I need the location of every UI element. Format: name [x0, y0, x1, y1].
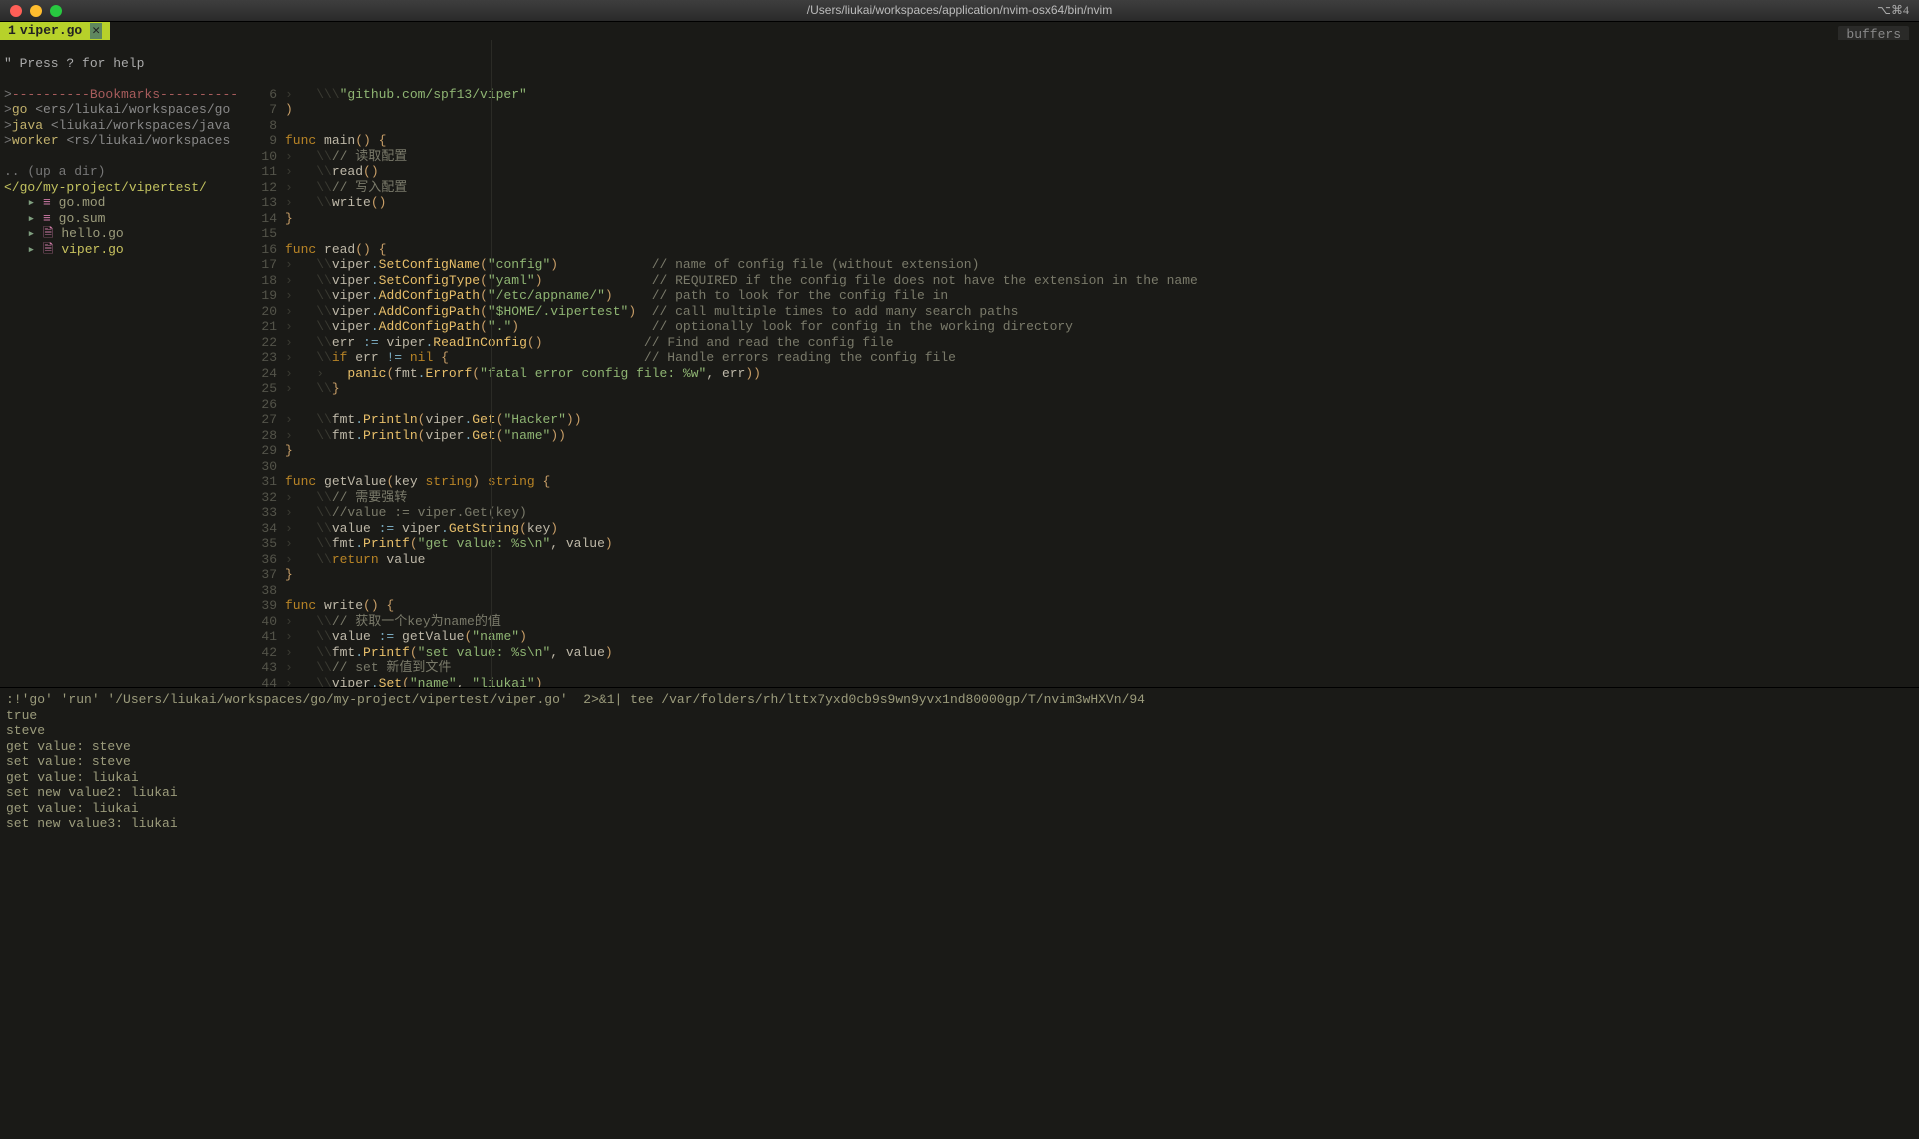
minimize-icon[interactable] [30, 5, 42, 17]
file-hello-go[interactable]: ▸ 🗎 hello.go [4, 226, 124, 241]
code-line[interactable]: 15 [241, 226, 1919, 242]
help-hint: " Press ? for help [4, 56, 144, 71]
traffic-lights [0, 5, 62, 17]
code-line[interactable]: 39func write() { [241, 598, 1919, 614]
code-line[interactable]: 7) [241, 102, 1919, 118]
code-line[interactable]: 34› \\value := viper.GetString(key) [241, 521, 1919, 537]
code-line[interactable]: 27› \\fmt.Println(viper.Get("Hacker")) [241, 412, 1919, 428]
file-explorer[interactable]: " Press ? for help >----------Bookmarks-… [0, 40, 241, 687]
file-icon: ≡ [43, 195, 51, 210]
code-line[interactable]: 37} [241, 567, 1919, 583]
up-dir[interactable]: .. (up a dir) [4, 164, 105, 179]
code-line[interactable]: 21› \\viper.AddConfigPath(".") // option… [241, 319, 1919, 335]
tab-flag-icon: ✕ [90, 23, 102, 39]
tab-index: 1 [8, 23, 16, 39]
code-line[interactable]: 9func main() { [241, 133, 1919, 149]
bookmark-java[interactable]: java [12, 118, 43, 133]
main-area: " Press ? for help >----------Bookmarks-… [0, 40, 1919, 687]
code-line[interactable]: 13› \\write() [241, 195, 1919, 211]
code-line[interactable]: 8 [241, 118, 1919, 134]
code-line[interactable]: 42› \\fmt.Printf("set value: %s\n", valu… [241, 645, 1919, 661]
window-shortcut: ⌥⌘4 [1877, 3, 1909, 19]
code-line[interactable]: 36› \\return value [241, 552, 1919, 568]
code-line[interactable]: 31func getValue(key string) string { [241, 474, 1919, 490]
code-line[interactable]: 29} [241, 443, 1919, 459]
code-line[interactable]: 6› \\\"github.com/spf13/viper" [241, 87, 1919, 103]
code-line[interactable]: 18› \\viper.SetConfigType("yaml") // REQ… [241, 273, 1919, 289]
file-icon: ≡ [43, 211, 51, 226]
tab-name: viper.go [20, 23, 82, 39]
titlebar: /Users/liukai/workspaces/application/nvi… [0, 0, 1919, 22]
code-line[interactable]: 35› \\fmt.Printf("get value: %s\n", valu… [241, 536, 1919, 552]
code-line[interactable]: 19› \\viper.AddConfigPath("/etc/appname/… [241, 288, 1919, 304]
file-icon: 🗎 [43, 226, 53, 241]
code-line[interactable]: 12› \\// 写入配置 [241, 180, 1919, 196]
code-line[interactable]: 22› \\err := viper.ReadInConfig() // Fin… [241, 335, 1919, 351]
tab-bar: 1 viper.go ✕ [0, 22, 1919, 40]
code-line[interactable]: 38 [241, 583, 1919, 599]
file-go-mod[interactable]: ▸ ≡ go.mod [4, 195, 105, 210]
code-editor[interactable]: 6› \\\"github.com/spf13/viper"7)89func m… [241, 40, 1919, 687]
code-line[interactable]: 43› \\// set 新值到文件 [241, 660, 1919, 676]
code-line[interactable]: 44› \\viper.Set("name", "liukai") [241, 676, 1919, 688]
code-line[interactable]: 30 [241, 459, 1919, 475]
terminal-output[interactable]: :!'go' 'run' '/Users/liukai/workspaces/g… [0, 687, 1919, 842]
code-line[interactable]: 10› \\// 读取配置 [241, 149, 1919, 165]
current-dir[interactable]: </go/my-project/vipertest/ [4, 180, 207, 195]
tab-viper-go[interactable]: 1 viper.go ✕ [0, 22, 110, 40]
bookmarks-title: Bookmarks [90, 87, 160, 102]
code-line[interactable]: 25› \\} [241, 381, 1919, 397]
code-line[interactable]: 20› \\viper.AddConfigPath("$HOME/.vipert… [241, 304, 1919, 320]
code-line[interactable]: 28› \\fmt.Println(viper.Get("name")) [241, 428, 1919, 444]
window-title: /Users/liukai/workspaces/application/nvi… [0, 3, 1919, 19]
file-go-sum[interactable]: ▸ ≡ go.sum [4, 211, 105, 226]
code-line[interactable]: 24› › panic(fmt.Errorf("fatal error conf… [241, 366, 1919, 382]
code-line[interactable]: 17› \\viper.SetConfigName("config") // n… [241, 257, 1919, 273]
bookmark-go[interactable]: go [12, 102, 28, 117]
code-line[interactable]: 11› \\read() [241, 164, 1919, 180]
code-line[interactable]: 14} [241, 211, 1919, 227]
column-ruler [491, 40, 492, 687]
code-line[interactable]: 16func read() { [241, 242, 1919, 258]
bookmark-worker[interactable]: worker [12, 133, 59, 148]
code-line[interactable]: 41› \\value := getValue("name") [241, 629, 1919, 645]
close-icon[interactable] [10, 5, 22, 17]
file-viper-go[interactable]: ▸ 🗎 viper.go [4, 242, 124, 257]
code-line[interactable]: 32› \\// 需要强转 [241, 490, 1919, 506]
code-line[interactable]: 40› \\// 获取一个key为name的值 [241, 614, 1919, 630]
code-line[interactable]: 23› \\if err != nil { // Handle errors r… [241, 350, 1919, 366]
code-line[interactable]: 26 [241, 397, 1919, 413]
maximize-icon[interactable] [50, 5, 62, 17]
file-icon: 🗎 [43, 242, 53, 257]
code-line[interactable]: 33› \\//value := viper.Get(key) [241, 505, 1919, 521]
